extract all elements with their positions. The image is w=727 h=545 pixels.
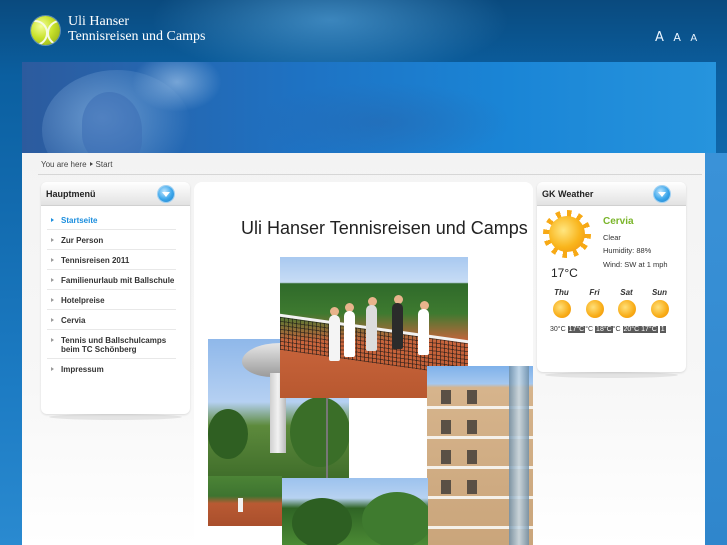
person-shape <box>418 309 429 355</box>
forecast-day-label: Fri <box>589 288 600 297</box>
font-size-small-button[interactable]: A <box>690 33 697 44</box>
font-size-switcher: A A A <box>655 28 702 46</box>
tree-shape <box>362 492 428 545</box>
forecast-temp-text: 30°C 17°C°C 18°C°C 20°C 17°C 1 <box>550 326 666 333</box>
site-title-line1: Uli Hanser <box>68 14 130 29</box>
weather-humidity: Humidity: 88% <box>603 246 652 255</box>
site-title[interactable]: Uli Hanser Tennisreisen und Camps <box>68 14 205 44</box>
collapse-toggle-icon[interactable] <box>654 186 670 202</box>
window-shape <box>441 450 451 464</box>
clay-court-photo <box>208 476 282 526</box>
breadcrumb-prefix: You are here <box>41 160 87 169</box>
forecast-day: Sat <box>610 288 643 322</box>
sun-icon <box>548 296 575 322</box>
menu-item-impressum[interactable]: Impressum <box>47 359 176 378</box>
menu-item-cervia[interactable]: Cervia <box>47 310 176 330</box>
forecast-day-label: Sun <box>651 288 668 297</box>
weather-title: GK Weather <box>542 189 594 199</box>
forecast-day: Sun <box>643 288 676 322</box>
breadcrumb-divider <box>38 174 702 175</box>
weather-header: GK Weather <box>537 182 686 206</box>
person-shape <box>344 311 355 357</box>
forecast-temp: 18°C <box>595 326 613 333</box>
window-shape <box>467 390 477 404</box>
page-edge <box>705 153 727 545</box>
menu-item-familienurlaub[interactable]: Familienurlaub mit Ballschule <box>47 270 176 290</box>
forecast-temp: 20°C <box>622 326 641 333</box>
menu-item-hotelpreise[interactable]: Hotelpreise <box>47 290 176 310</box>
hotel-building-photo <box>427 366 533 545</box>
photo-collage <box>194 182 533 545</box>
window-shape <box>467 450 477 464</box>
module-shadow <box>49 414 182 420</box>
main-menu-module: Hauptmenü Startseite Zur Person Tennisre… <box>41 182 190 420</box>
weather-module: GK Weather Cervia Clear Humidity: 88% Wi… <box>537 182 686 378</box>
window-shape <box>467 420 477 434</box>
person-shape <box>329 315 340 361</box>
main-menu-list: Startseite Zur Person Tennisreisen 2011 … <box>41 206 190 378</box>
forecast-temp: °C <box>612 326 621 333</box>
font-size-medium-button[interactable]: A <box>673 31 681 44</box>
forecast-temp: 17°C <box>640 326 658 333</box>
weather-current-temp: 17°C <box>551 266 578 280</box>
breadcrumb-arrow-icon <box>89 162 93 166</box>
weather-city[interactable]: Cervia <box>603 216 634 227</box>
window-shape <box>441 390 451 404</box>
forecast-day-label: Sat <box>620 288 633 297</box>
site-header: Uli Hanser Tennisreisen und Camps A A A <box>0 0 727 80</box>
main-menu-header: Hauptmenü <box>41 182 190 206</box>
breadcrumb-current: Start <box>95 160 113 169</box>
forecast-day: Thu <box>545 288 578 322</box>
tree-shape <box>290 397 349 467</box>
forecast-temp: °C <box>585 326 594 333</box>
person-shape <box>366 305 377 351</box>
tennis-ball-logo-icon[interactable] <box>31 16 60 45</box>
sun-icon <box>646 296 673 322</box>
forecast-day: Fri <box>578 288 611 322</box>
site-title-line2: Tennisreisen und Camps <box>68 29 206 44</box>
menu-item-tennis-ballschulcamps[interactable]: Tennis und Ballschulcamps beim TC Schönb… <box>47 330 176 359</box>
tree-shape <box>208 409 248 459</box>
person-shape <box>392 303 403 349</box>
main-menu-title: Hauptmenü <box>46 189 96 199</box>
forecast-day-label: Thu <box>554 288 569 297</box>
forecast-temp: 30°C <box>550 326 566 333</box>
sun-core-icon <box>549 216 585 252</box>
forecast-temp: 17°C <box>567 326 586 333</box>
sun-icon <box>581 296 608 322</box>
weather-condition: Clear <box>603 233 621 242</box>
window-shape <box>467 480 477 494</box>
collapse-toggle-icon[interactable] <box>158 186 174 202</box>
sun-icon <box>613 296 640 322</box>
window-shape <box>441 480 451 494</box>
tree-shape <box>292 498 352 545</box>
trees-photo <box>282 478 428 545</box>
breadcrumb: You are here Start <box>41 160 112 169</box>
menu-item-startseite[interactable]: Startseite <box>47 210 176 230</box>
glass-elevator-shape <box>509 366 529 545</box>
module-shadow <box>545 372 678 378</box>
menu-item-tennisreisen-2011[interactable]: Tennisreisen 2011 <box>47 250 176 270</box>
banner-decoration <box>252 82 512 153</box>
player-shape <box>238 498 243 512</box>
forecast-temp: 1 <box>659 326 666 333</box>
font-size-large-button[interactable]: A <box>655 30 664 45</box>
menu-item-zur-person[interactable]: Zur Person <box>47 230 176 250</box>
header-banner-image <box>22 62 716 153</box>
window-shape <box>441 420 451 434</box>
main-content: Uli Hanser Tennisreisen und Camps <box>194 182 533 545</box>
weather-wind: Wind: SW at 1 mph <box>603 260 668 269</box>
